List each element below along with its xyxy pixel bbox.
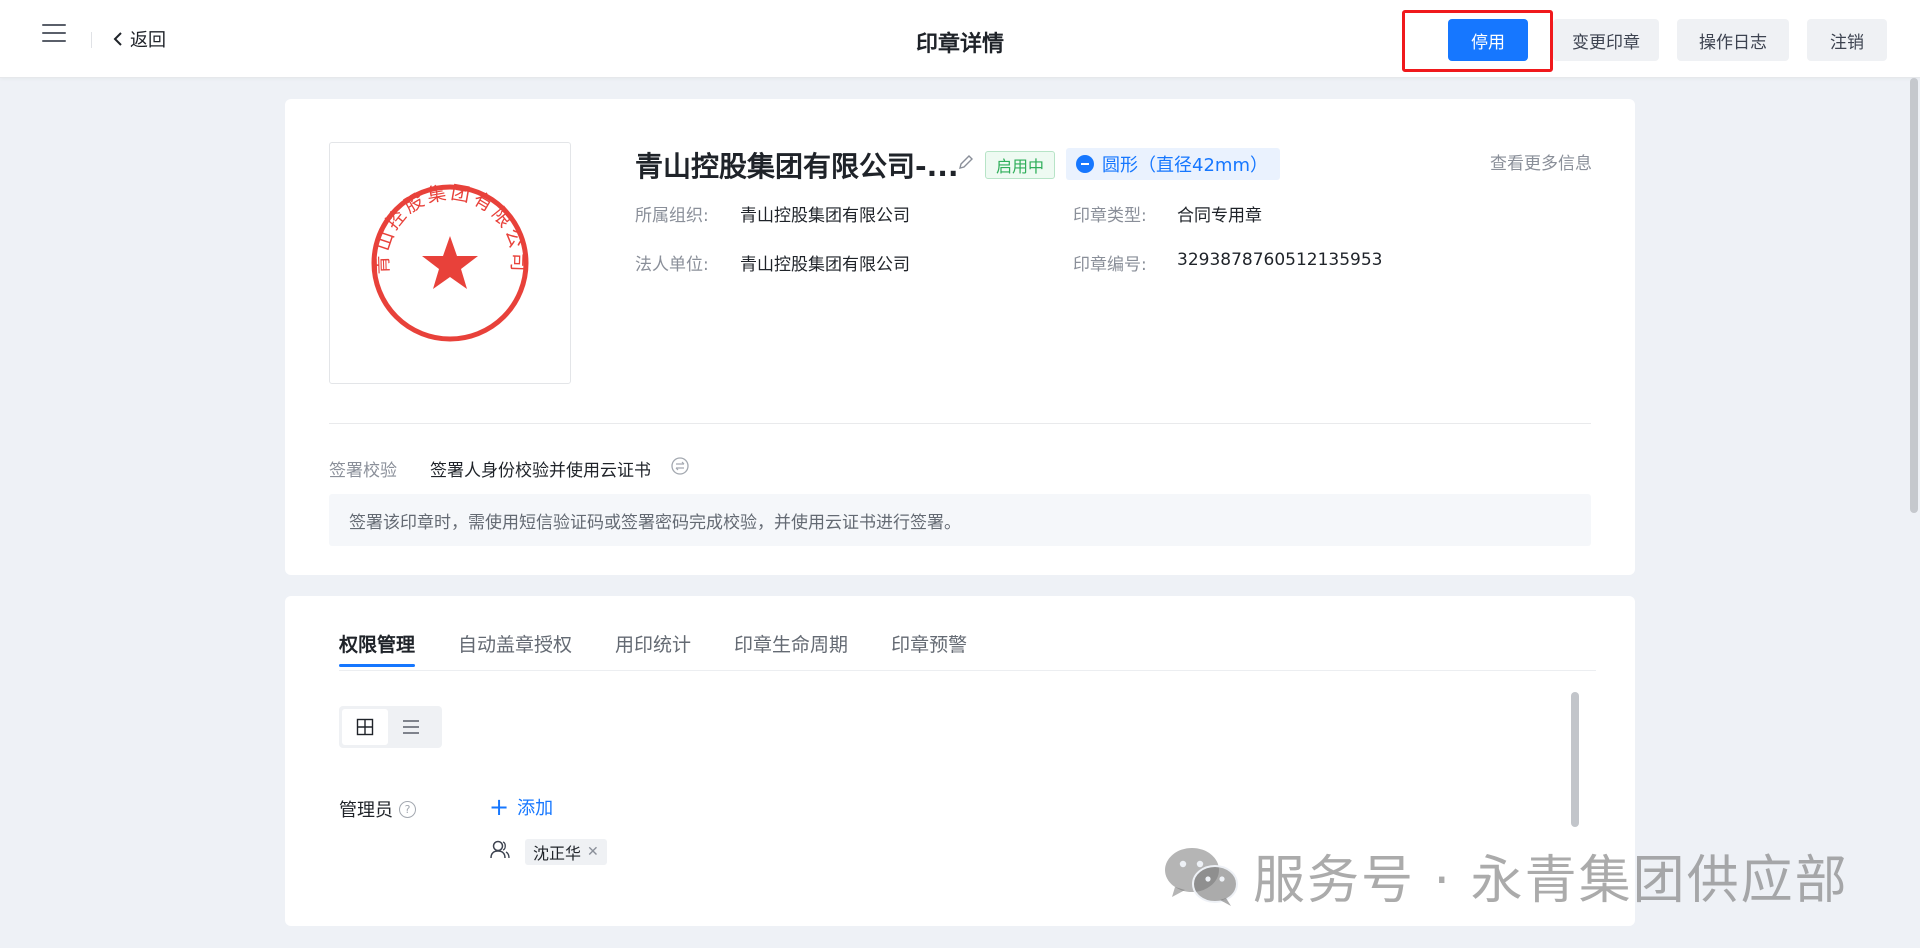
seal-type-value: 合同专用章	[1177, 206, 1262, 226]
seal-name: 青山控股集团有限公司-...	[635, 150, 959, 183]
tabs-card: 权限管理 自动盖章授权 用印统计 印章生命周期 印章预警 管理员 ? + 添加	[285, 596, 1635, 926]
tabs-underline	[339, 670, 1596, 671]
plus-icon: +	[489, 793, 510, 821]
back-button[interactable]: 返回	[112, 26, 166, 52]
legal-entity-label: 法人单位:	[635, 255, 709, 275]
seal-number-value: 3293878760512135953	[1177, 250, 1383, 270]
user-tag: 沈正华 ✕	[525, 839, 607, 865]
shape-icon	[1076, 155, 1094, 173]
add-label: 添加	[517, 798, 554, 819]
verification-value: 签署人身份校验并使用云证书	[430, 461, 651, 481]
grid-view-button[interactable]	[342, 709, 388, 745]
change-seal-button[interactable]: 变更印章	[1553, 19, 1659, 61]
divider	[91, 32, 92, 48]
tab-seal-alerts[interactable]: 印章预警	[891, 630, 967, 667]
content-scrollbar[interactable]	[1571, 692, 1579, 827]
seal-info-card: 青山控股集团有限公司 青山控股集团有限公司-... 启用中 圆形（直径42mm）…	[285, 99, 1635, 575]
view-toggle	[339, 706, 442, 748]
more-info-link[interactable]: 查看更多信息	[1490, 149, 1592, 174]
verification-label: 签署校验	[329, 461, 397, 481]
switch-icon[interactable]	[671, 457, 689, 475]
help-icon[interactable]: ?	[399, 800, 416, 818]
seal-number-label: 印章编号:	[1073, 255, 1147, 275]
seal-type-label: 印章类型:	[1073, 206, 1147, 226]
admin-label: 管理员 ?	[339, 796, 416, 822]
verification-description: 签署该印章时，需使用短信验证码或签署密码完成校验，并使用云证书进行签署。	[329, 494, 1591, 546]
list-view-button[interactable]	[388, 709, 434, 745]
revoke-button[interactable]: 注销	[1807, 19, 1887, 61]
back-label: 返回	[130, 30, 166, 51]
close-icon[interactable]: ✕	[587, 844, 599, 860]
menu-icon[interactable]	[42, 24, 66, 44]
tab-usage-statistics[interactable]: 用印统计	[615, 630, 691, 667]
edit-icon[interactable]	[957, 153, 975, 171]
seal-stamp-icon: 青山控股集团有限公司	[371, 182, 529, 342]
status-badge: 启用中	[985, 151, 1056, 179]
seal-image: 青山控股集团有限公司	[329, 142, 571, 384]
add-admin-button[interactable]: + 添加	[489, 794, 553, 820]
chevron-left-icon	[113, 32, 122, 46]
tab-auto-stamp-authorization[interactable]: 自动盖章授权	[458, 630, 572, 667]
operation-log-button[interactable]: 操作日志	[1677, 19, 1789, 61]
tab-permission-management[interactable]: 权限管理	[339, 630, 416, 667]
tab-seal-lifecycle[interactable]: 印章生命周期	[734, 630, 848, 667]
section-divider	[329, 423, 1591, 424]
tab-bar: 权限管理 自动盖章授权 用印统计 印章生命周期 印章预警	[339, 630, 967, 667]
user-tag-name: 沈正华	[533, 844, 582, 863]
user-icon	[490, 840, 510, 859]
admin-label-text: 管理员	[339, 800, 393, 821]
disable-button[interactable]: 停用	[1448, 19, 1528, 61]
org-value: 青山控股集团有限公司	[740, 206, 910, 226]
legal-entity-value: 青山控股集团有限公司	[740, 255, 910, 275]
list-icon	[403, 720, 419, 734]
top-bar: 返回 印章详情 停用 变更印章 操作日志 注销	[0, 0, 1920, 78]
page-scrollbar[interactable]	[1910, 78, 1918, 513]
org-label: 所属组织:	[635, 206, 709, 226]
shape-label: 圆形（直径42mm）	[1102, 155, 1268, 176]
shape-badge: 圆形（直径42mm）	[1066, 148, 1280, 180]
grid-icon	[356, 718, 374, 736]
